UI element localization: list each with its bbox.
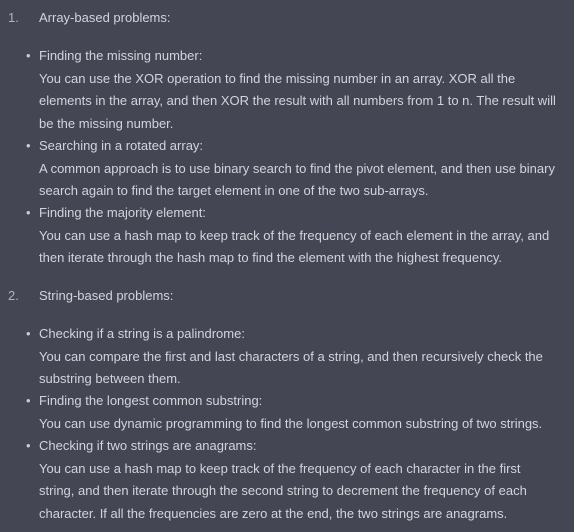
item-title: Checking if a string is a palindrome: bbox=[39, 326, 245, 341]
item-title: Searching in a rotated array: bbox=[39, 138, 204, 153]
section-title: String-based problems: bbox=[39, 288, 174, 303]
section-heading-string: 2. String-based problems: bbox=[8, 285, 173, 307]
item-body: A common approach is to use binary searc… bbox=[39, 160, 555, 199]
item-title: Finding the longest common substring: bbox=[39, 393, 263, 408]
section-heading-array: 1. Array-based problems: bbox=[8, 7, 171, 29]
list-item-majority-element: • Finding the majority element: You can … bbox=[26, 202, 566, 270]
chat-response: 1. Array-based problems: • Finding the mi… bbox=[0, 0, 574, 532]
list-item-longest-common-substring: • Finding the longest common substring: … bbox=[26, 390, 566, 435]
section-title: Array-based problems: bbox=[39, 10, 171, 25]
bullet-icon: • bbox=[26, 438, 31, 453]
item-title: Checking if two strings are anagrams: bbox=[39, 438, 257, 453]
bullet-icon: • bbox=[26, 48, 31, 63]
item-body: You can compare the first and last chara… bbox=[39, 348, 543, 387]
list-item-missing-number: • Finding the missing number: You can us… bbox=[26, 45, 566, 135]
list-item-palindrome: • Checking if a string is a palindrome: … bbox=[26, 323, 566, 391]
item-body: You can use a hash map to keep track of … bbox=[39, 460, 527, 521]
item-title: Finding the missing number: bbox=[39, 48, 203, 63]
item-body: You can use the XOR operation to find th… bbox=[39, 70, 556, 131]
bullet-icon: • bbox=[26, 393, 31, 408]
section-number: 1. bbox=[8, 10, 19, 25]
item-body: You can use dynamic programming to find … bbox=[39, 415, 543, 431]
list-item-anagrams: • Checking if two strings are anagrams: … bbox=[26, 435, 566, 525]
list-item-rotated-array: • Searching in a rotated array: A common… bbox=[26, 135, 566, 203]
bullet-icon: • bbox=[26, 205, 31, 220]
section-number: 2. bbox=[8, 288, 19, 303]
item-body: You can use a hash map to keep track of … bbox=[39, 227, 550, 266]
bullet-icon: • bbox=[26, 326, 31, 341]
item-title: Finding the majority element: bbox=[39, 205, 206, 220]
bullet-icon: • bbox=[26, 138, 31, 153]
